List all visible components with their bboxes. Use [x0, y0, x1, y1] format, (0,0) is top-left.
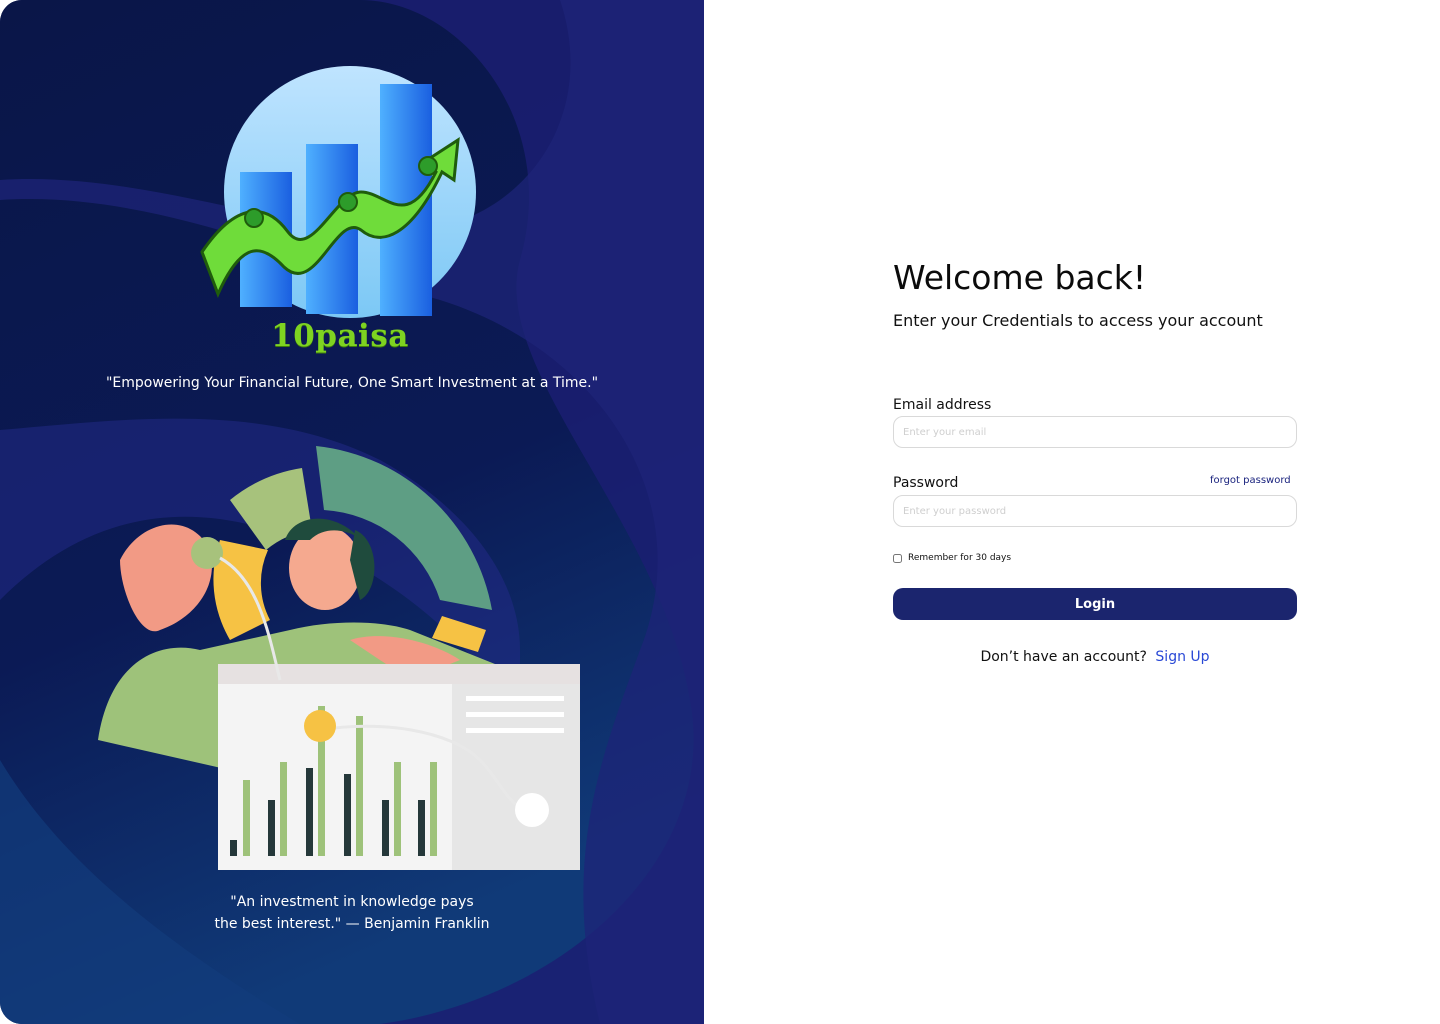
remember-me-label: Remember for 30 days: [908, 553, 1012, 563]
quote-line-2: the best interest." — Benjamin Franklin: [214, 916, 490, 932]
person-analytics-illustration: [98, 446, 580, 870]
signup-link[interactable]: Sign Up: [1155, 649, 1209, 665]
signup-prompt-row: Don’t have an account? Sign Up: [893, 649, 1297, 665]
password-label: Password: [893, 475, 959, 491]
login-button[interactable]: Login: [893, 588, 1297, 620]
email-field[interactable]: [893, 416, 1297, 448]
quote-line-1: "An investment in knowledge pays: [230, 894, 474, 910]
email-label: Email address: [893, 397, 992, 413]
brand-name: 10paisa: [271, 318, 409, 354]
remember-me-checkbox[interactable]: [893, 553, 902, 563]
brand-quote: "An investment in knowledge pays the bes…: [140, 891, 564, 935]
remember-me-row[interactable]: Remember for 30 days: [893, 553, 1011, 563]
page-subtitle: Enter your Credentials to access your ac…: [893, 311, 1263, 330]
forgot-password-link[interactable]: forgot password: [1210, 475, 1291, 486]
brand-panel: 10paisa "Empowering Your Financial Futur…: [0, 0, 704, 1024]
growth-chart-logo-icon: [200, 66, 476, 318]
login-page: 10paisa "Empowering Your Financial Futur…: [0, 0, 1440, 1024]
page-title: Welcome back!: [893, 258, 1147, 297]
signup-prompt-text: Don’t have an account?: [980, 649, 1147, 665]
password-field[interactable]: [893, 495, 1297, 527]
brand-tagline: "Empowering Your Financial Future, One S…: [105, 375, 599, 391]
